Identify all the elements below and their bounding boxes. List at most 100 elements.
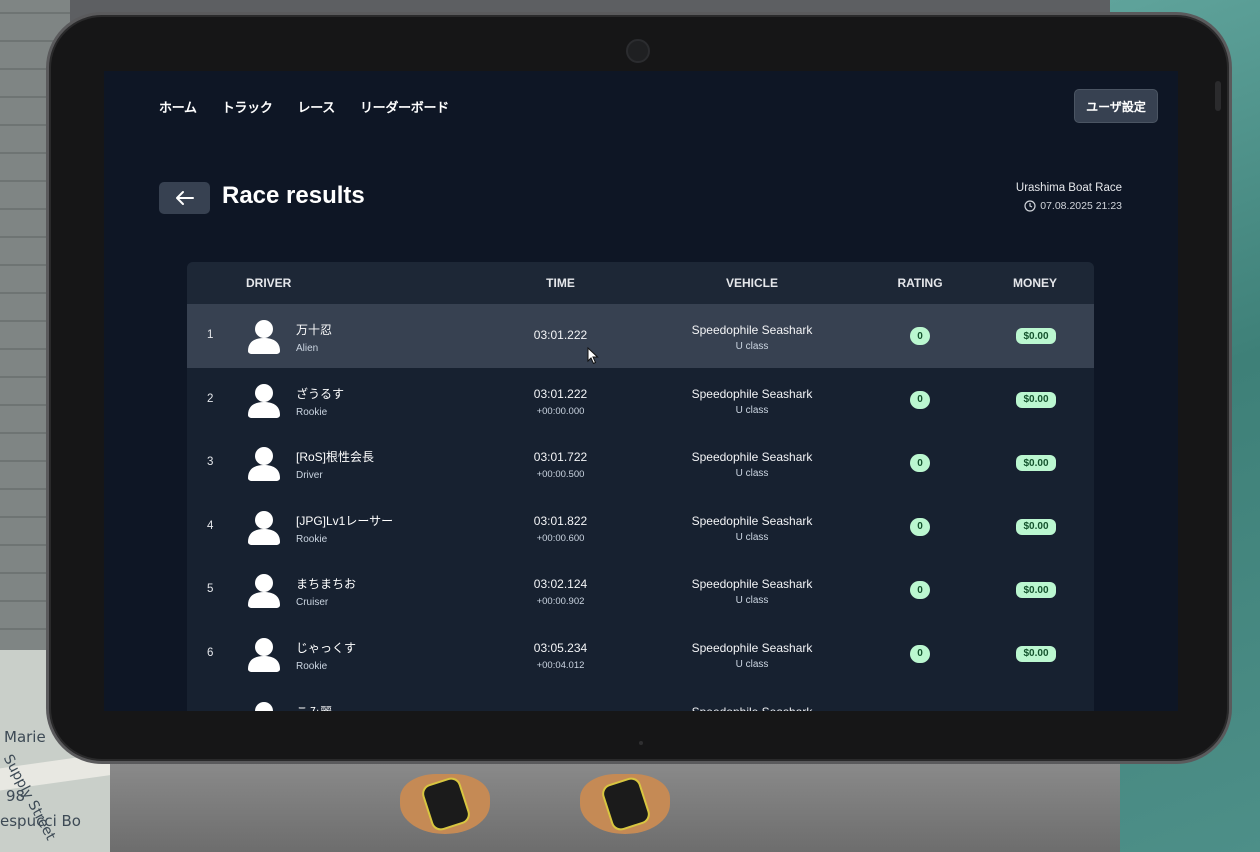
driver-name[interactable]: こみ麗: [296, 703, 332, 711]
avatar: [246, 636, 282, 672]
time-gap: +00:00.600: [536, 532, 585, 544]
driver-name[interactable]: まちまちお: [296, 575, 356, 592]
page-title: Race results: [222, 182, 365, 209]
driver-name[interactable]: 万十忍: [296, 321, 332, 338]
time-cell: 03:01.722 +00:00.500: [517, 450, 604, 480]
tablet-sensor: [639, 741, 643, 745]
rating-badge: 0: [910, 644, 930, 663]
position: 3: [207, 456, 214, 469]
rating-badge: 0: [910, 327, 930, 345]
table-row[interactable]: 1 万十忍 Alien 03:01.222 Speedophile Seasha…: [187, 304, 1094, 368]
column-header-vehicle: VEHICLE: [725, 276, 778, 290]
vehicle-name: Speedophile Seashark: [691, 513, 813, 528]
column-header-driver: DRIVER: [246, 276, 292, 290]
rating-badge: 0: [910, 581, 930, 600]
back-button[interactable]: [159, 182, 210, 214]
finish-time: 03:01.222: [533, 386, 588, 401]
race-datetime: 07.08.2025 21:23: [1040, 200, 1122, 212]
tablet-screen: ホーム トラック レース リーダーボード ユーザ設定 Race results …: [104, 71, 1178, 711]
avatar: [246, 445, 282, 482]
driver-name[interactable]: [RoS]根性会長: [296, 448, 374, 465]
vehicle-class: U class: [735, 341, 769, 352]
vehicle-name: Speedophile Seashark: [691, 577, 813, 592]
time-cell: 03:05.234 +00:04.012: [517, 641, 604, 671]
nav-tracks[interactable]: トラック: [222, 97, 273, 116]
table-row[interactable]: 2 ざうるす Rookie 03:01.222 +00:00.000 Speed…: [187, 368, 1094, 432]
driver-rank: Driver: [296, 470, 323, 482]
tablet-device: ホーム トラック レース リーダーボード ユーザ設定 Race results …: [46, 12, 1232, 764]
column-header-money: MONEY: [1012, 276, 1057, 290]
vehicle-cell: Speedophile Seashark U class: [667, 577, 837, 606]
driver-rank: Cruiser: [296, 597, 329, 609]
map-label: espucci Bo: [0, 812, 81, 830]
map-label: 98: [6, 787, 26, 805]
player-left-foot: [390, 760, 500, 838]
user-avatar-icon: [248, 510, 280, 545]
time-gap: +00:00.902: [536, 596, 585, 608]
vehicle-class: U class: [735, 531, 769, 543]
time-cell: 03:13.804: [517, 710, 604, 711]
driver-name[interactable]: [JPG]Lv1レーサー: [296, 512, 393, 529]
user-settings-button[interactable]: ユーザ設定: [1074, 89, 1158, 123]
player-right-foot: [570, 760, 680, 838]
position: 1: [207, 329, 214, 341]
user-avatar-icon: [255, 701, 273, 711]
rating-badge: 0: [910, 390, 930, 409]
finish-time: 03:13.804: [517, 710, 604, 711]
money-badge: $0.00: [1016, 391, 1056, 408]
time-cell: 03:01.822 +00:00.600: [517, 514, 604, 544]
user-avatar-icon: [248, 574, 280, 609]
race-name: Urashima Boat Race: [1015, 182, 1122, 194]
nav-home[interactable]: ホーム: [159, 97, 197, 116]
driver-cell: ざうるす Rookie: [296, 385, 344, 418]
column-header-time: TIME: [546, 276, 575, 290]
finish-time: 03:02.124: [533, 577, 588, 592]
column-header-rating: RATING: [897, 276, 943, 290]
vehicle-cell: Speedophile Seashark U class: [667, 323, 837, 352]
user-avatar-icon: [248, 320, 280, 354]
driver-cell: まちまちお Cruiser: [296, 575, 356, 608]
camera-icon: [626, 39, 650, 63]
vehicle-class: U class: [735, 595, 769, 607]
finish-time: 03:01.822: [533, 513, 588, 528]
vehicle-name: Speedophile Seashark: [691, 640, 813, 655]
rating-badge: 0: [910, 517, 930, 536]
race-datetime-row: 07.08.2025 21:23: [1016, 200, 1122, 212]
driver-rank: Alien: [296, 343, 319, 354]
vehicle-name: Speedophile Seashark: [691, 450, 813, 465]
results-table: DRIVER TIME VEHICLE RATING MONEY 1 万十忍 A…: [187, 262, 1094, 711]
time-gap: +00:00.000: [536, 405, 585, 417]
time-gap: +00:00.500: [536, 469, 585, 481]
table-row[interactable]: 3 [RoS]根性会長 Driver 03:01.722 +00:00.500 …: [187, 431, 1094, 495]
time-cell: 03:01.222: [517, 328, 604, 342]
vehicle-cell: Speedophile Seashark U class: [667, 387, 837, 416]
money-badge: $0.00: [1016, 582, 1056, 599]
avatar: [246, 700, 282, 711]
mouse-cursor-icon: [587, 347, 599, 365]
finish-time: 03:05.234: [533, 640, 588, 655]
table-row[interactable]: 5 まちまちお Cruiser 03:02.124 +00:00.902 Spe…: [187, 558, 1094, 622]
vehicle-cell: Speedophile Seashark: [667, 705, 837, 711]
nav-races[interactable]: レース: [298, 97, 336, 116]
driver-name[interactable]: ざうるす: [296, 385, 344, 402]
table-header: DRIVER TIME VEHICLE RATING MONEY: [187, 262, 1094, 304]
avatar: [246, 318, 282, 354]
driver-name[interactable]: じゃっくす: [296, 639, 356, 656]
tablet-side-button: [1215, 81, 1221, 111]
position: 5: [207, 583, 214, 596]
nav-leaderboard[interactable]: リーダーボード: [360, 97, 449, 116]
user-avatar-icon: [248, 447, 280, 482]
driver-rank: Rookie: [296, 406, 328, 418]
table-body: 1 万十忍 Alien 03:01.222 Speedophile Seasha…: [187, 304, 1094, 711]
race-info: Urashima Boat Race 07.08.2025 21:23: [1016, 182, 1122, 212]
vehicle-cell: Speedophile Seashark U class: [667, 450, 837, 479]
table-row[interactable]: 6 じゃっくす Rookie 03:05.234 +00:04.012 Spee…: [187, 622, 1094, 686]
avatar: [246, 509, 282, 545]
table-row[interactable]: こみ麗 03:13.804 Speedophile Seashark: [187, 686, 1094, 711]
vehicle-class: U class: [735, 468, 769, 480]
table-row[interactable]: 4 [JPG]Lv1レーサー Rookie 03:01.822 +00:00.6…: [187, 495, 1094, 559]
vehicle-cell: Speedophile Seashark U class: [667, 641, 837, 670]
finish-time: 03:01.222: [533, 328, 588, 342]
clock-icon: [1024, 200, 1036, 212]
avatar: [246, 382, 282, 418]
